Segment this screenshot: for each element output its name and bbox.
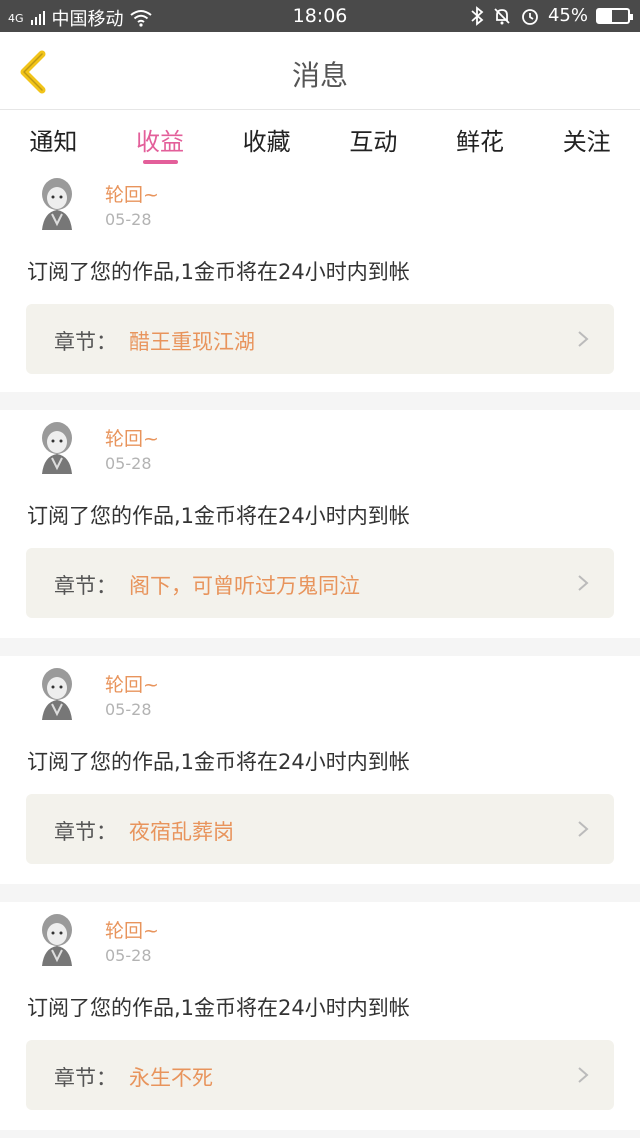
message-text: 订阅了您的作品,1金币将在24小时内到帐	[27, 260, 410, 284]
tab-flowers[interactable]: 鲜花	[427, 110, 534, 166]
user-avatar[interactable]	[32, 174, 82, 232]
tab-earnings[interactable]: 收益	[107, 110, 214, 166]
tab-favorites[interactable]: 收藏	[213, 110, 320, 166]
tab-bar: 通知 收益 收藏 互动 鲜花 关注	[0, 110, 640, 166]
user-avatar[interactable]	[32, 910, 82, 968]
tab-label: 收藏	[242, 128, 291, 156]
tab-label: 鲜花	[456, 128, 505, 156]
tab-label: 通知	[29, 128, 78, 156]
message-text: 订阅了您的作品,1金币将在24小时内到帐	[27, 750, 410, 774]
chapter-title: 醋王重现江湖	[129, 330, 255, 354]
chapter-link[interactable]: 章节： 永生不死	[26, 1040, 614, 1110]
tab-label: 关注	[562, 128, 611, 156]
message-text: 订阅了您的作品,1金币将在24小时内到帐	[27, 504, 410, 528]
message-card: 轮回~ 05-28 订阅了您的作品,1金币将在24小时内到帐 章节： 阁下，可曾…	[0, 410, 640, 638]
username[interactable]: 轮回~	[105, 916, 159, 943]
user-avatar[interactable]	[32, 418, 82, 476]
chapter-title: 夜宿乱葬岗	[129, 820, 234, 844]
chapter-link[interactable]: 章节： 夜宿乱葬岗	[26, 794, 614, 864]
mute-bell-icon	[494, 7, 510, 24]
tab-label: 互动	[349, 128, 398, 156]
message-text: 订阅了您的作品,1金币将在24小时内到帐	[27, 996, 410, 1020]
chapter-label: 章节：	[54, 574, 117, 598]
battery-percent: 45%	[547, 5, 588, 26]
message-card: 轮回~ 05-28 订阅了您的作品,1金币将在24小时内到帐 章节： 醋王重现江…	[0, 166, 640, 392]
message-date: 05-28	[105, 700, 152, 719]
tab-following[interactable]: 关注	[533, 110, 640, 166]
battery-icon	[596, 7, 633, 24]
chapter-link[interactable]: 章节： 阁下，可曾听过万鬼同泣	[26, 548, 614, 618]
bluetooth-icon	[471, 5, 484, 26]
active-tab-indicator	[142, 160, 178, 164]
chapter-label: 章节：	[54, 330, 117, 354]
tab-notifications[interactable]: 通知	[0, 110, 107, 166]
username[interactable]: 轮回~	[105, 424, 159, 451]
app-header: 消息	[0, 32, 640, 110]
chapter-title: 阁下，可曾听过万鬼同泣	[129, 574, 360, 598]
chevron-right-icon	[578, 331, 589, 347]
chapter-label: 章节：	[54, 820, 117, 844]
message-card: 轮回~ 05-28 订阅了您的作品,1金币将在24小时内到帐 章节： 夜宿乱葬岗	[0, 656, 640, 884]
alarm-icon	[522, 8, 538, 25]
chapter-link[interactable]: 章节： 醋王重现江湖	[26, 304, 614, 374]
username[interactable]: 轮回~	[105, 180, 159, 207]
battery-fill	[598, 9, 612, 22]
username[interactable]: 轮回~	[105, 670, 159, 697]
tab-interactions[interactable]: 互动	[320, 110, 427, 166]
message-date: 05-28	[105, 210, 152, 229]
user-avatar[interactable]	[32, 664, 82, 722]
tab-label: 收益	[136, 128, 184, 156]
message-date: 05-28	[105, 454, 152, 473]
page-title: 消息	[291, 59, 348, 92]
message-card: 轮回~ 05-28 订阅了您的作品,1金币将在24小时内到帐 章节： 永生不死	[0, 902, 640, 1130]
chapter-label: 章节：	[54, 1066, 117, 1090]
chevron-right-icon	[578, 1067, 589, 1083]
chevron-right-icon	[578, 575, 589, 591]
status-right: 45%	[470, 5, 633, 26]
chevron-right-icon	[578, 821, 589, 837]
status-bar: 4G 中国移动 18:06 45%	[0, 0, 640, 32]
chapter-title: 永生不死	[129, 1066, 213, 1090]
message-date: 05-28	[105, 946, 152, 965]
message-feed: 轮回~ 05-28 订阅了您的作品,1金币将在24小时内到帐 章节： 醋王重现江…	[0, 166, 640, 1138]
